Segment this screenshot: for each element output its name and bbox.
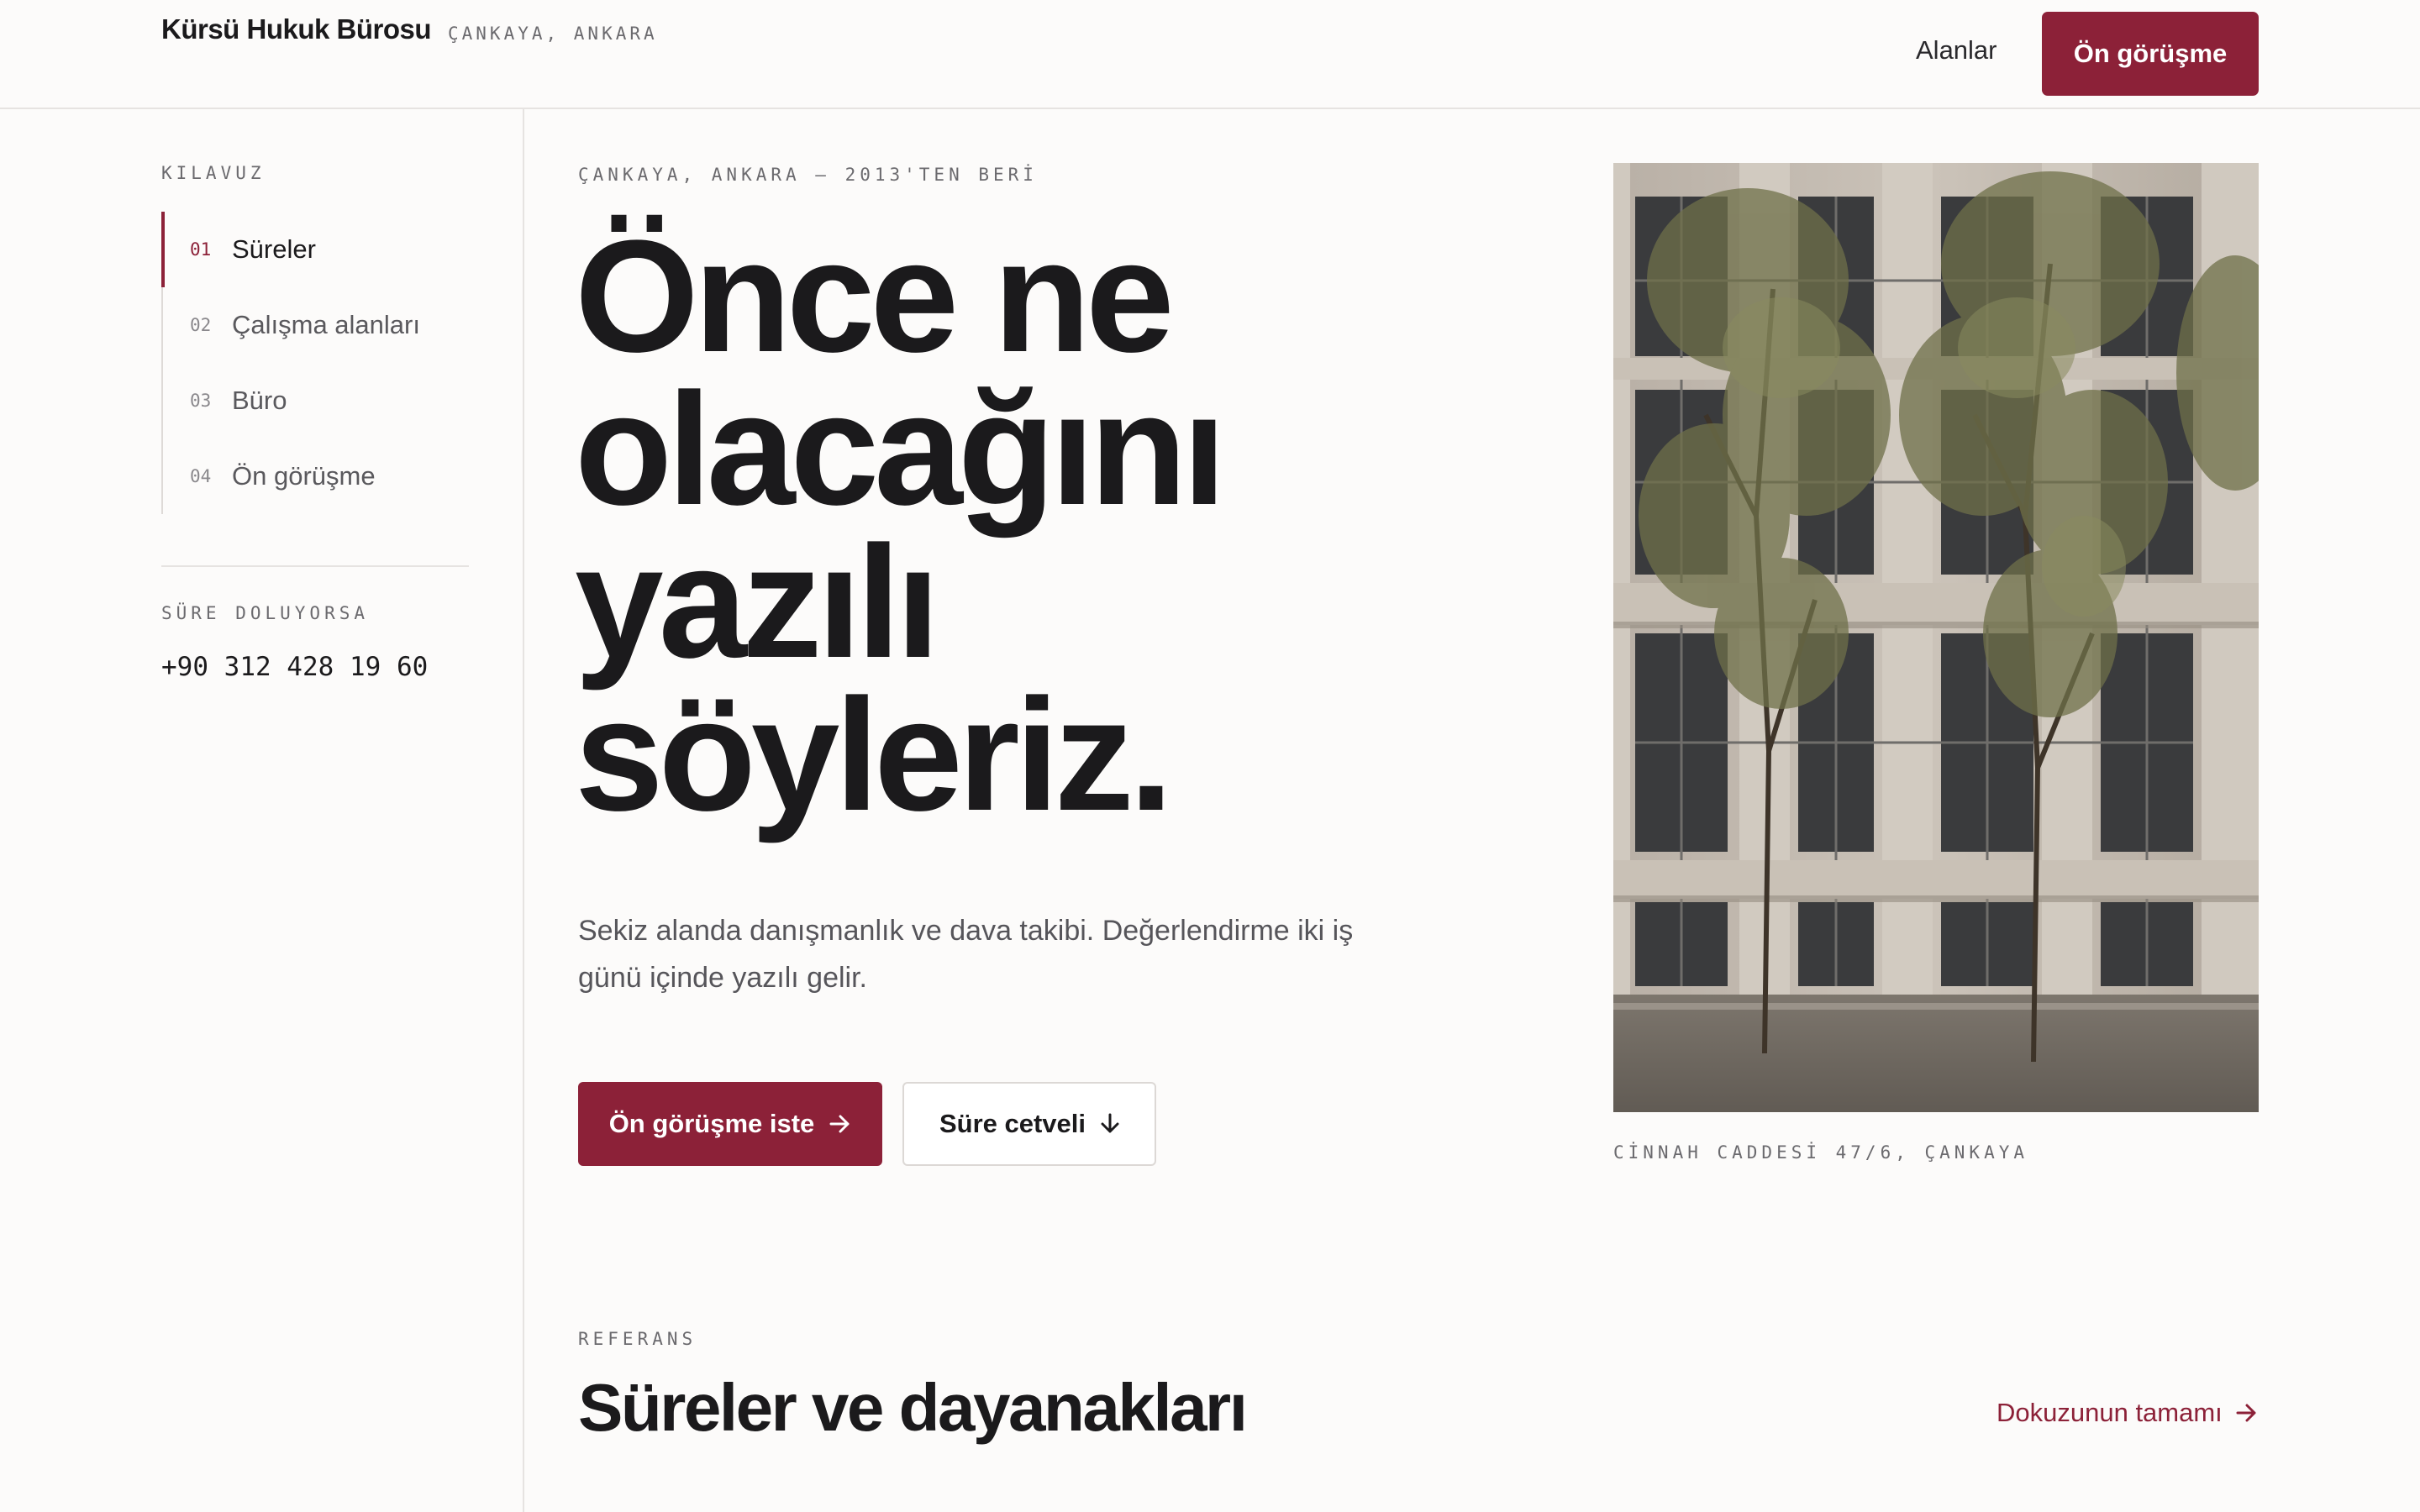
references-title: Süreler ve dayanakları <box>578 1370 1248 1445</box>
toc-label: Büro <box>232 386 287 415</box>
arrow-right-icon <box>829 1115 851 1133</box>
hero-title-line: söyleriz. <box>575 666 1173 844</box>
table-of-contents: 01 Süreler 02 Çalışma alanları 03 Büro 0… <box>161 212 472 514</box>
toc-label: Süreler <box>232 234 316 264</box>
arrow-right-icon <box>2236 1404 2258 1422</box>
toc-label: Çalışma alanları <box>232 310 420 339</box>
toc-number: 04 <box>190 466 212 486</box>
sidebar-guide-title: KILAVUZ <box>161 163 266 183</box>
phone-link[interactable]: +90 312 428 19 60 <box>161 652 428 682</box>
brand-name[interactable]: Kürsü Hukuk Bürosu <box>161 13 432 45</box>
sidebar-divider <box>523 109 524 1512</box>
deadline-table-button[interactable]: Süre cetveli <box>902 1082 1156 1166</box>
hero-title-line: yazılı <box>575 513 940 691</box>
hero-title-line: Önce ne <box>575 207 1175 386</box>
toc-label: Ön görüşme <box>232 461 376 491</box>
button-label: Ön görüşme iste <box>608 1109 815 1138</box>
references-eyebrow: REFERANS <box>578 1329 697 1349</box>
toc-item-buro[interactable]: 03 Büro <box>163 363 472 438</box>
hero-lede: Sekiz alanda danışmanlık ve dava takibi.… <box>578 915 1354 994</box>
toc-number: 03 <box>190 391 212 411</box>
request-consultation-button[interactable]: Ön görüşme iste <box>578 1082 882 1166</box>
brand-location: ÇANKAYA, ANKARA <box>448 24 658 44</box>
hero-title-line: olacağını <box>575 360 1227 538</box>
office-building-photo <box>1613 163 2259 1112</box>
deadline-heading: SÜRE DOLUYORSA <box>161 603 370 623</box>
toc-item-calisma-alanlari[interactable]: 02 Çalışma alanları <box>163 287 472 363</box>
site-header: Kürsü Hukuk Bürosu ÇANKAYA, ANKARA Alanl… <box>0 0 2420 109</box>
consultation-button[interactable]: Ön görüşme <box>2042 12 2259 96</box>
photo-caption: CİNNAH CADDESİ 47/6, ÇANKAYA <box>1613 1142 2029 1163</box>
nav-link-areas[interactable]: Alanlar <box>1916 35 1997 66</box>
toc-item-on-gorusme[interactable]: 04 Ön görüşme <box>163 438 472 514</box>
link-label: Dokuzunun tamamı <box>1996 1398 2223 1427</box>
button-label: Süre cetveli <box>939 1109 1086 1138</box>
sidebar-separator <box>161 565 469 567</box>
view-all-link[interactable]: Dokuzunun tamamı <box>1996 1398 2258 1428</box>
toc-item-sureler[interactable]: 01 Süreler <box>161 212 472 287</box>
hero-eyebrow: ÇANKAYA, ANKARA — 2013'TEN BERİ <box>578 165 1038 185</box>
arrow-down-icon <box>1101 1113 1119 1135</box>
hero-title: Önce ne olacağını yazılı söyleriz. <box>575 207 1331 844</box>
toc-number: 01 <box>190 239 212 260</box>
toc-number: 02 <box>190 315 212 335</box>
